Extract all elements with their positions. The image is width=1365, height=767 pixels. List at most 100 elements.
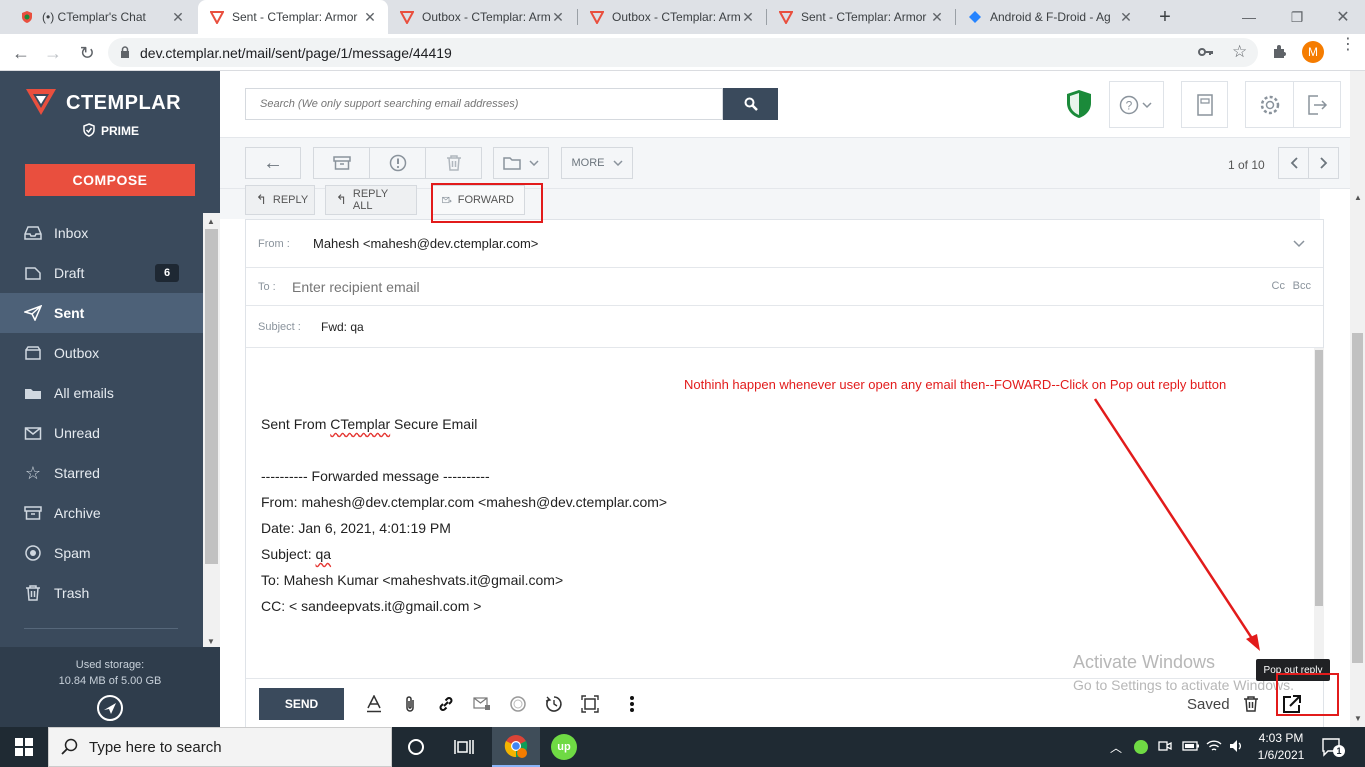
wifi-icon[interactable] xyxy=(1206,739,1222,758)
sidebar-item-inbox[interactable]: Inbox xyxy=(0,213,203,253)
sidebar-item-spam[interactable]: Spam xyxy=(0,533,203,573)
subject-label: Subject : xyxy=(258,320,301,333)
spam-button[interactable] xyxy=(369,147,426,179)
close-icon[interactable]: ✕ xyxy=(740,9,756,26)
notes-button[interactable] xyxy=(1181,81,1228,128)
cortana-circle-icon[interactable] xyxy=(392,727,440,767)
compose-button[interactable]: COMPOSE xyxy=(25,164,195,196)
scrollbar-thumb[interactable] xyxy=(205,229,218,564)
brand-logo[interactable]: CTEMPLAR PRIME xyxy=(0,71,220,151)
discard-trash-icon[interactable] xyxy=(1240,693,1262,715)
upwork-tray-icon[interactable] xyxy=(1134,740,1148,754)
sidebar-item-archive[interactable]: Archive xyxy=(0,493,203,533)
page-scrollbar[interactable]: ▲ ▼ xyxy=(1350,71,1365,727)
close-icon[interactable]: ✕ xyxy=(362,9,378,26)
from-label: From : xyxy=(258,237,290,250)
sidebar-item-trash[interactable]: Trash xyxy=(0,573,203,613)
browser-tab-outbox-1[interactable]: Outbox - CTemplar: Arm ✕ xyxy=(388,0,576,34)
windows-start-button[interactable] xyxy=(0,727,48,767)
cc-toggle[interactable]: Cc xyxy=(1272,280,1285,292)
key-icon[interactable] xyxy=(1198,45,1214,62)
attachment-paperclip-icon[interactable] xyxy=(399,693,421,715)
more-options-kebab-icon[interactable] xyxy=(621,693,643,715)
self-destruct-clock-icon[interactable] xyxy=(507,693,529,715)
send-button[interactable]: SEND xyxy=(259,688,344,720)
scroll-up-icon[interactable]: ▲ xyxy=(207,217,215,226)
minimize-icon[interactable]: — xyxy=(1236,4,1262,30)
search-input[interactable] xyxy=(245,88,723,120)
bcc-toggle[interactable]: Bcc xyxy=(1293,280,1311,292)
close-icon[interactable]: ✕ xyxy=(1118,9,1134,26)
profile-avatar[interactable]: M xyxy=(1302,41,1324,63)
upwork-taskbar-icon[interactable]: up xyxy=(540,727,588,767)
meet-now-icon[interactable] xyxy=(1158,739,1172,758)
from-value[interactable]: Mahesh <mahesh@dev.ctemplar.com> xyxy=(313,236,538,251)
search-button[interactable] xyxy=(723,88,778,120)
reload-icon[interactable]: ↻ xyxy=(74,40,100,66)
forward-arrow-icon[interactable]: → xyxy=(40,40,66,66)
browser-tab-sent-2[interactable]: Sent - CTemplar: Armor ✕ xyxy=(767,0,955,34)
close-icon[interactable]: ✕ xyxy=(929,9,945,26)
sidebar-item-draft[interactable]: Draft 6 xyxy=(0,253,203,293)
task-view-icon[interactable] xyxy=(440,727,488,767)
tor-onion-icon[interactable] xyxy=(97,695,123,721)
action-center-icon[interactable]: 1 xyxy=(1322,737,1345,762)
subject-value[interactable]: Fwd: qa xyxy=(321,320,364,334)
extensions-puzzle-icon[interactable] xyxy=(1272,44,1288,65)
taskbar-search-box[interactable]: Type here to search xyxy=(48,727,392,767)
show-hidden-icons-chevron-icon[interactable]: ︿ xyxy=(1110,739,1122,756)
close-icon[interactable]: ✕ xyxy=(170,9,186,26)
sidebar-item-outbox[interactable]: Outbox xyxy=(0,333,203,373)
address-bar[interactable]: dev.ctemplar.net/mail/sent/page/1/messag… xyxy=(108,38,1258,67)
sidebar-item-label: Archive xyxy=(54,505,101,521)
help-button[interactable]: ? xyxy=(1109,81,1164,128)
delayed-delivery-icon[interactable] xyxy=(543,693,565,715)
window-close-icon[interactable]: ✕ xyxy=(1330,4,1356,30)
forward-highlight-box xyxy=(431,183,543,223)
to-input[interactable] xyxy=(292,278,1092,295)
scrollbar-thumb[interactable] xyxy=(1352,333,1363,663)
browser-tab-outbox-2[interactable]: Outbox - CTemplar: Arm ✕ xyxy=(578,0,766,34)
sidebar-item-unread[interactable]: Unread xyxy=(0,413,203,453)
browser-tab-android[interactable]: Android & F-Droid - Ag ✕ xyxy=(956,0,1144,34)
dead-man-timer-icon[interactable] xyxy=(579,693,601,715)
browser-tab-sent[interactable]: Sent - CTemplar: Armor ✕ xyxy=(198,0,388,34)
archive-button[interactable] xyxy=(313,147,370,179)
sidebar-item-all-emails[interactable]: All emails xyxy=(0,373,203,413)
settings-button[interactable] xyxy=(1245,81,1294,128)
next-message-button[interactable] xyxy=(1308,147,1339,179)
sidebar-scrollbar[interactable]: ▲ ▼ xyxy=(203,213,220,648)
back-button[interactable]: ← xyxy=(245,147,301,179)
kebab-menu-icon[interactable]: ⋮ xyxy=(1340,37,1356,53)
sidebar-item-starred[interactable]: ☆ Starred xyxy=(0,453,203,493)
back-arrow-icon[interactable]: ← xyxy=(8,40,34,66)
sidebar-item-sent[interactable]: Sent xyxy=(0,293,203,333)
star-bookmark-icon[interactable]: ☆ xyxy=(1232,42,1247,62)
reply-button[interactable]: ↰ REPLY xyxy=(245,185,315,215)
scroll-up-icon[interactable]: ▲ xyxy=(1354,193,1362,202)
volume-icon[interactable] xyxy=(1229,739,1245,758)
security-shield-icon[interactable] xyxy=(1065,89,1093,124)
text-format-icon[interactable] xyxy=(363,693,385,715)
reply-all-button[interactable]: ↰ REPLY ALL xyxy=(325,185,417,215)
new-tab-plus-icon[interactable]: + xyxy=(1152,4,1178,30)
scrollbar-thumb[interactable] xyxy=(1315,350,1323,606)
scroll-down-icon[interactable]: ▼ xyxy=(207,637,215,646)
move-folder-button[interactable] xyxy=(493,147,549,179)
link-icon[interactable] xyxy=(435,693,457,715)
restore-icon[interactable]: ❐ xyxy=(1284,4,1310,30)
scroll-down-icon[interactable]: ▼ xyxy=(1354,714,1362,723)
tab-label: Sent - CTemplar: Armor xyxy=(232,10,358,24)
browser-tab-chat[interactable]: (•) CTemplar's Chat ✕ xyxy=(8,0,196,34)
chevron-down-icon[interactable] xyxy=(1293,240,1305,248)
battery-icon[interactable] xyxy=(1182,739,1200,758)
prev-message-button[interactable] xyxy=(1278,147,1309,179)
taskbar-clock[interactable]: 4:03 PM 1/6/2021 xyxy=(1250,730,1312,764)
encrypt-envelope-icon[interactable] xyxy=(471,693,493,715)
logout-button[interactable] xyxy=(1293,81,1341,128)
editor-scrollbar[interactable] xyxy=(1314,348,1324,678)
close-icon[interactable]: ✕ xyxy=(550,9,566,26)
chrome-taskbar-icon[interactable] xyxy=(492,727,540,767)
delete-button[interactable] xyxy=(425,147,482,179)
more-menu-button[interactable]: MORE xyxy=(561,147,633,179)
